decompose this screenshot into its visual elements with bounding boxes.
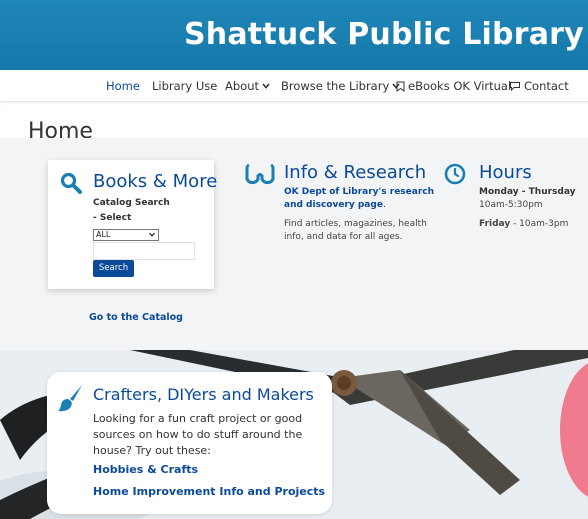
chevron-down-icon [149, 232, 155, 237]
nav-browse-label: Browse the Library [281, 79, 390, 93]
glasses-icon [245, 164, 275, 185]
home-improvement-link[interactable]: Home Improvement Info and Projects [93, 485, 325, 498]
research-link-suffix: . [382, 200, 386, 210]
paintbrush-icon [58, 385, 82, 412]
search-icon [60, 172, 82, 194]
hours-time-2: - 10am-3pm [510, 219, 569, 229]
catalog-select-label: - Select [93, 213, 132, 223]
search-button[interactable]: Search [93, 260, 134, 277]
crafters-text-line-1: Looking for a fun craft project or good [93, 412, 303, 425]
hours-heading: Hours [479, 162, 532, 183]
books-heading: Books & More [93, 171, 218, 192]
nav-home[interactable]: Home [106, 79, 140, 93]
nav-ebooks-label: eBooks OK Virtual [408, 79, 512, 93]
crafters-heading: Crafters, DIYers and Makers [93, 385, 314, 404]
site-title[interactable]: Shattuck Public Library [184, 17, 584, 52]
research-link-text: and discovery page [284, 200, 383, 210]
hours-line-2: Friday - 10am-3pm [479, 219, 568, 229]
research-link-line-1[interactable]: OK Dept of Library's research [284, 187, 434, 197]
info-heading: Info & Research [284, 162, 427, 183]
bookmark-icon [396, 81, 405, 92]
crafters-text-line-2: sources on how to do stuff around the [93, 428, 303, 441]
research-link-line-2[interactable]: and discovery page. [284, 200, 386, 210]
chevron-down-icon [262, 83, 270, 89]
catalog-select-value: ALL [96, 230, 111, 239]
crafters-text-line-3: house? Try out these: [93, 444, 211, 457]
catalog-search-input[interactable] [93, 242, 195, 260]
info-desc-line-2: info, and data for all ages. [284, 232, 403, 242]
nav-contact[interactable]: Contact [509, 79, 569, 93]
nav-about-label: About [225, 79, 260, 93]
clock-icon [444, 163, 466, 185]
catalog-select[interactable]: ALL [93, 229, 159, 241]
go-to-catalog-link[interactable]: Go to the Catalog [89, 312, 183, 323]
chat-icon [510, 82, 520, 91]
catalog-search-label: Catalog Search [93, 198, 170, 208]
site-banner: Shattuck Public Library [0, 0, 588, 70]
nav-library-use[interactable]: Library Use [152, 79, 217, 93]
info-desc-line-1: Find articles, magazines, health [284, 219, 427, 229]
hours-day-1: Monday - Thursday [479, 187, 576, 197]
hobbies-crafts-link[interactable]: Hobbies & Crafts [93, 463, 198, 476]
hours-time-1: 10am-5:30pm [479, 200, 543, 210]
nav-ebooks[interactable]: eBooks OK Virtual [396, 79, 511, 93]
hours-day-2: Friday [479, 219, 511, 229]
page-title: Home [28, 121, 93, 138]
main-nav: Home Library Use About Browse the Librar… [0, 70, 588, 102]
nav-about[interactable]: About [225, 79, 270, 93]
nav-contact-label: Contact [524, 79, 569, 93]
nav-browse[interactable]: Browse the Library [281, 79, 400, 93]
nav-home-label: Home [106, 79, 140, 93]
nav-library-use-label: Library Use [152, 79, 218, 93]
